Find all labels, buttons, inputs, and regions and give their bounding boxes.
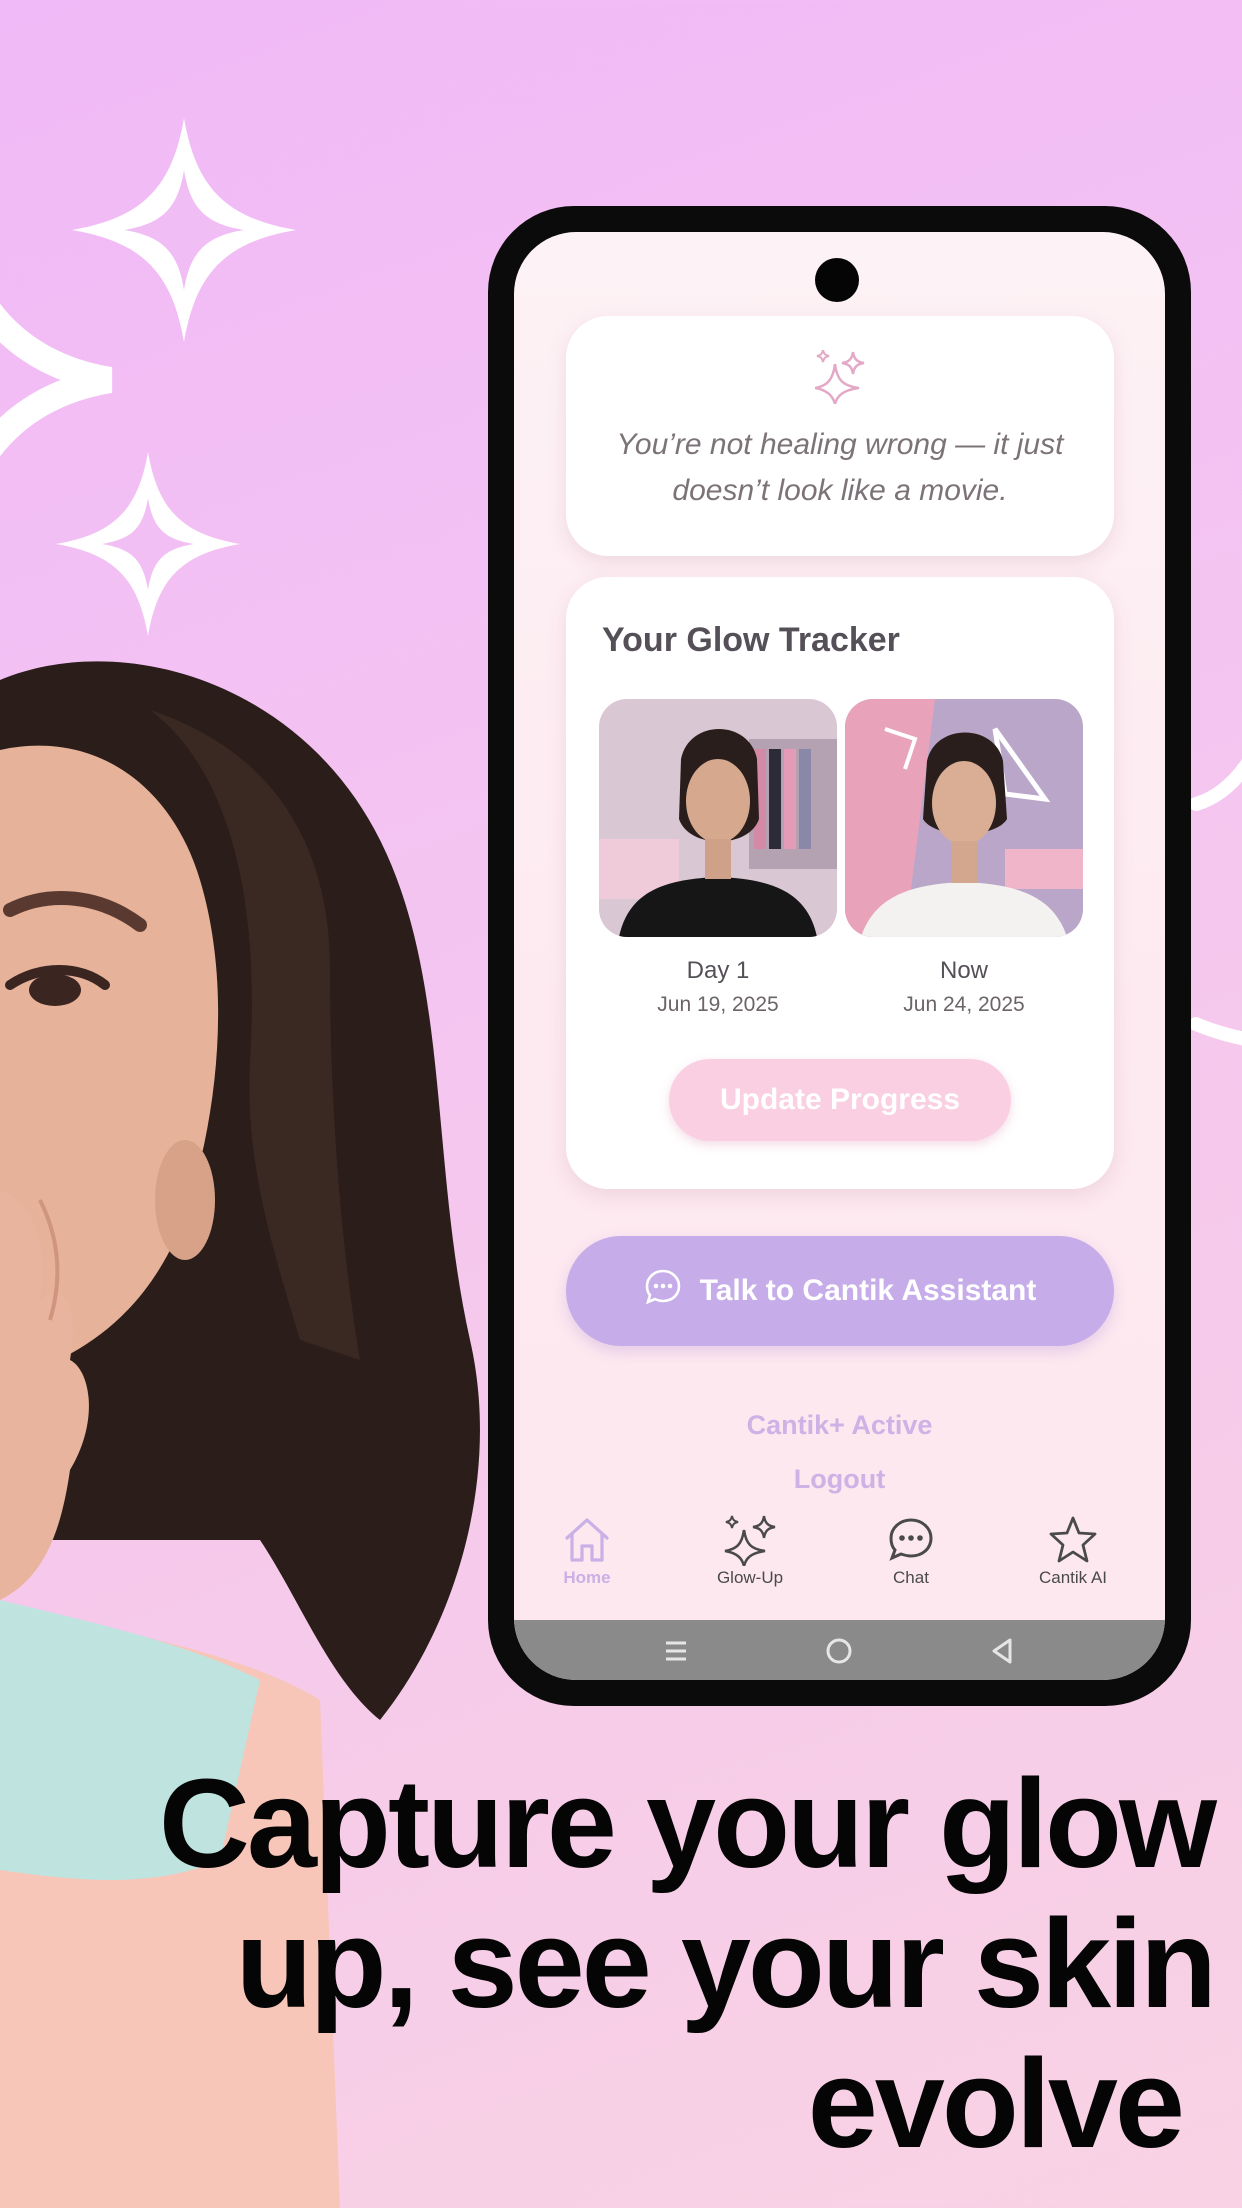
nav-cantik-ai-label: Cantik AI (1038, 1568, 1108, 1587)
sparkles-icon (814, 349, 865, 409)
nav-chat-label: Chat (893, 1568, 929, 1587)
recents-icon[interactable] (662, 1637, 690, 1670)
edge-sparkle-left-icon (0, 270, 150, 490)
bottom-navigation: Home Glow-Up Chat Cantik AI (514, 1514, 1165, 1624)
back-icon[interactable] (988, 1637, 1016, 1670)
now-photo[interactable] (845, 699, 1083, 937)
quote-text: You’re not healing wrong — it just doesn… (616, 428, 1064, 507)
edge-sparkle-right-icon (1190, 740, 1242, 1070)
day1-photo[interactable] (599, 699, 837, 937)
assistant-button-label: Talk to Cantik Assistant (699, 1274, 1037, 1307)
nav-home[interactable]: Home (522, 1514, 652, 1588)
tracker-title: Your Glow Tracker (602, 621, 900, 659)
day1-date: Jun 19, 2025 (657, 993, 779, 1016)
headline-line-2: up, see your skin (235, 1893, 1217, 2034)
home-icon (522, 1514, 652, 1566)
now-label: Now (939, 957, 988, 984)
front-camera (815, 258, 859, 302)
nav-glow-up-label: Glow-Up (716, 1568, 784, 1587)
app-screen: You’re not healing wrong — it just doesn… (514, 232, 1165, 1680)
now-date: Jun 24, 2025 (903, 993, 1025, 1016)
home-circle-icon[interactable] (825, 1637, 853, 1670)
day1-label: Day 1 (686, 957, 750, 984)
chat-icon (846, 1514, 976, 1566)
headline-line-3: evolve (807, 2033, 1185, 2174)
phone-frame: You’re not healing wrong — it just doesn… (488, 206, 1191, 1706)
quote-card: You’re not healing wrong — it just doesn… (566, 316, 1114, 556)
sparkles-icon (685, 1514, 815, 1566)
nav-home-label: Home (563, 1568, 611, 1587)
cantik-plus-status-link[interactable]: Cantik+ Active (514, 1410, 1165, 1441)
nav-chat[interactable]: Chat (846, 1514, 976, 1588)
system-navigation-bar (514, 1620, 1165, 1680)
nav-glow-up[interactable]: Glow-Up (685, 1514, 815, 1588)
glow-tracker-card: Your Glow Tracker Day 1 Jun 19, 2025 Now… (566, 577, 1114, 1189)
talk-to-assistant-button[interactable]: Talk to Cantik Assistant (566, 1236, 1114, 1346)
star-icon (1008, 1514, 1138, 1566)
headline-line-1: Capture your glow (158, 1753, 1217, 1894)
logout-link[interactable]: Logout (514, 1464, 1165, 1495)
update-progress-button[interactable]: Update Progress (669, 1059, 1011, 1141)
chat-bubble-icon (644, 1268, 682, 1314)
nav-cantik-ai[interactable]: Cantik AI (1008, 1514, 1138, 1588)
